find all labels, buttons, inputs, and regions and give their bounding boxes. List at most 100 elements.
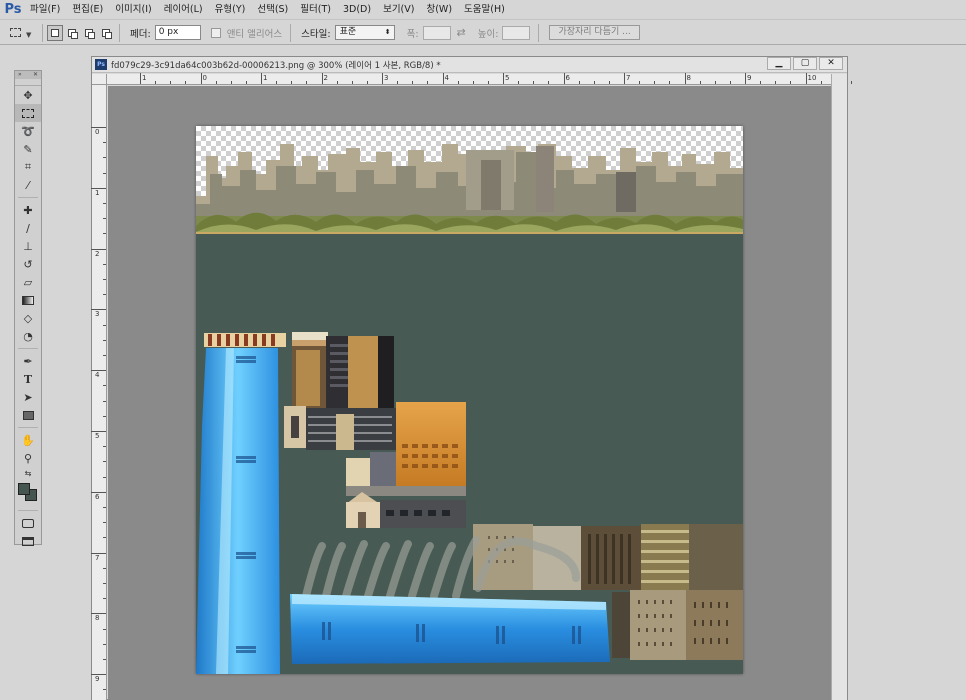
quick-mask-button[interactable] — [15, 514, 41, 532]
menu-file[interactable]: 파일(F) — [24, 0, 66, 20]
ruler-tick — [276, 81, 278, 84]
width-input[interactable] — [422, 25, 451, 40]
height-input[interactable] — [502, 25, 531, 40]
ruler-tick — [103, 643, 106, 645]
stamp-tool[interactable]: ⊥ — [15, 237, 41, 255]
style-select[interactable]: 표준 ⬍ — [334, 25, 395, 40]
move-icon: ✥ — [23, 88, 33, 102]
crop-tool[interactable]: ⌗ — [15, 158, 41, 176]
tool-preset-picker[interactable]: ▼ — [8, 23, 38, 43]
eraser-tool[interactable]: ▱ — [15, 273, 41, 291]
menu-select[interactable]: 선택(S) — [251, 0, 294, 20]
ruler-left-label: 7 — [95, 553, 100, 562]
ruler-tick — [103, 507, 106, 508]
healing-icon: ✚ — [23, 203, 33, 217]
ruler-tick — [103, 324, 106, 326]
ruler-tick — [336, 81, 338, 84]
divider — [119, 23, 120, 42]
color-swatches[interactable] — [15, 479, 41, 507]
gradient-tool[interactable] — [15, 291, 41, 309]
type-tool[interactable]: T — [15, 370, 41, 388]
zoom-tool[interactable]: ⚲ — [15, 449, 41, 467]
ruler-tick — [593, 81, 595, 84]
ruler-tick — [103, 537, 106, 539]
menu-layer[interactable]: 레이어(L) — [158, 0, 209, 20]
shape-tool[interactable] — [15, 406, 41, 424]
document-title: fd079c29-3c91da64c003b62d-00006213.png @… — [111, 60, 441, 71]
close-panel-icon[interactable]: ✕ — [33, 71, 38, 79]
image-canvas[interactable] — [196, 126, 743, 674]
menu-filter[interactable]: 필터(T) — [294, 0, 337, 20]
refine-edge-button[interactable]: 가장자리 다듬기 ... — [549, 25, 640, 40]
marquee-tool[interactable] — [15, 104, 41, 122]
document-tab[interactable]: Ps fd079c29-3c91da64c003b62d-00006213.pn… — [92, 57, 847, 73]
vertical-scrollbar[interactable] — [831, 74, 847, 700]
new-selection-icon — [51, 28, 59, 37]
select-arrows-icon: ⬍ — [384, 28, 391, 36]
ruler-left-label: 8 — [95, 614, 100, 623]
pen-tool[interactable]: ✒ — [15, 352, 41, 370]
marquee-icon — [22, 108, 34, 118]
ruler-horizontal[interactable]: 1 0 1 2 3 4 5 6 7 8 9 10 — [107, 73, 852, 85]
eyedropper-icon: ⁄ — [27, 178, 29, 192]
hand-tool[interactable]: ✋ — [15, 431, 41, 449]
collapse-icon[interactable]: » — [18, 71, 22, 79]
antialias-label: 앤티 앨리어스 — [226, 28, 283, 40]
quick-select-tool[interactable]: ✎ — [15, 140, 41, 158]
ruler-tick — [397, 81, 399, 84]
history-brush-tool[interactable]: ↺ — [15, 255, 41, 273]
eyedropper-tool[interactable]: ⁄ — [15, 176, 41, 194]
add-selection-button[interactable] — [64, 25, 80, 41]
intersect-selection-button[interactable] — [98, 25, 114, 41]
ruler-left-label: 5 — [95, 432, 100, 440]
menu-bar: Ps 파일(F) 편집(E) 이미지(I) 레이어(L) 유형(Y) 선택(S)… — [0, 0, 966, 20]
ruler-tick — [775, 81, 777, 84]
tools-panel-header[interactable]: » ✕ — [15, 71, 41, 79]
menu-type[interactable]: 유형(Y) — [209, 0, 252, 20]
move-tool[interactable]: ✥ — [15, 86, 41, 104]
ruler-vertical[interactable]: 0 1 2 3 4 5 6 7 8 9 — [91, 85, 107, 700]
ruler-tick — [103, 172, 106, 174]
close-button[interactable]: ✕ — [819, 57, 843, 70]
ruler-top-label: 1 — [263, 74, 268, 82]
ruler-tick — [185, 81, 187, 84]
lasso-tool[interactable]: ➰ — [15, 122, 41, 140]
ruler-tick — [608, 81, 610, 84]
healing-tool[interactable]: ✚ — [15, 201, 41, 219]
ruler-tick — [487, 81, 489, 84]
building-cluster — [284, 332, 466, 528]
restore-button[interactable]: ▢ — [793, 57, 817, 70]
antialias-checkbox[interactable] — [210, 27, 221, 38]
menu-image[interactable]: 이미지(I) — [109, 0, 157, 20]
menu-edit[interactable]: 편집(E) — [66, 0, 109, 20]
ruler-tick — [91, 127, 106, 128]
swap-colors-button[interactable]: ⇆ — [15, 467, 41, 479]
menu-help[interactable]: 도움말(H) — [458, 0, 511, 20]
swap-dimensions-icon[interactable]: ⇄ — [457, 26, 466, 39]
ruler-tick — [669, 81, 671, 84]
foreground-color[interactable] — [18, 483, 30, 495]
ruler-tick — [103, 233, 106, 235]
ruler-tick — [103, 689, 106, 691]
menu-window[interactable]: 창(W) — [420, 0, 458, 20]
new-selection-button[interactable] — [47, 24, 63, 41]
screen-mode-icon — [22, 536, 34, 546]
blue-glass-tower — [196, 333, 286, 674]
panel-grip[interactable] — [15, 79, 41, 86]
menu-view[interactable]: 보기(V) — [377, 0, 420, 20]
dodge-tool[interactable]: ◔ — [15, 327, 41, 345]
ruler-tick — [745, 73, 746, 84]
ruler-origin[interactable] — [92, 74, 107, 85]
menu-3d[interactable]: 3D(D) — [337, 0, 377, 20]
blur-tool[interactable]: ◇ — [15, 309, 41, 327]
path-select-tool[interactable]: ➤ — [15, 388, 41, 406]
ruler-tick — [103, 628, 106, 630]
brush-tool[interactable]: ∕ — [15, 219, 41, 237]
screen-mode-button[interactable] — [15, 532, 41, 550]
feather-input[interactable]: 0 px — [154, 25, 201, 40]
subtract-selection-button[interactable] — [81, 25, 97, 41]
photoshop-logo-icon: Ps — [4, 2, 22, 17]
height-label: 높이: — [477, 28, 499, 40]
minimize-button[interactable]: ▁ — [767, 57, 791, 70]
ruler-tick — [472, 81, 474, 84]
